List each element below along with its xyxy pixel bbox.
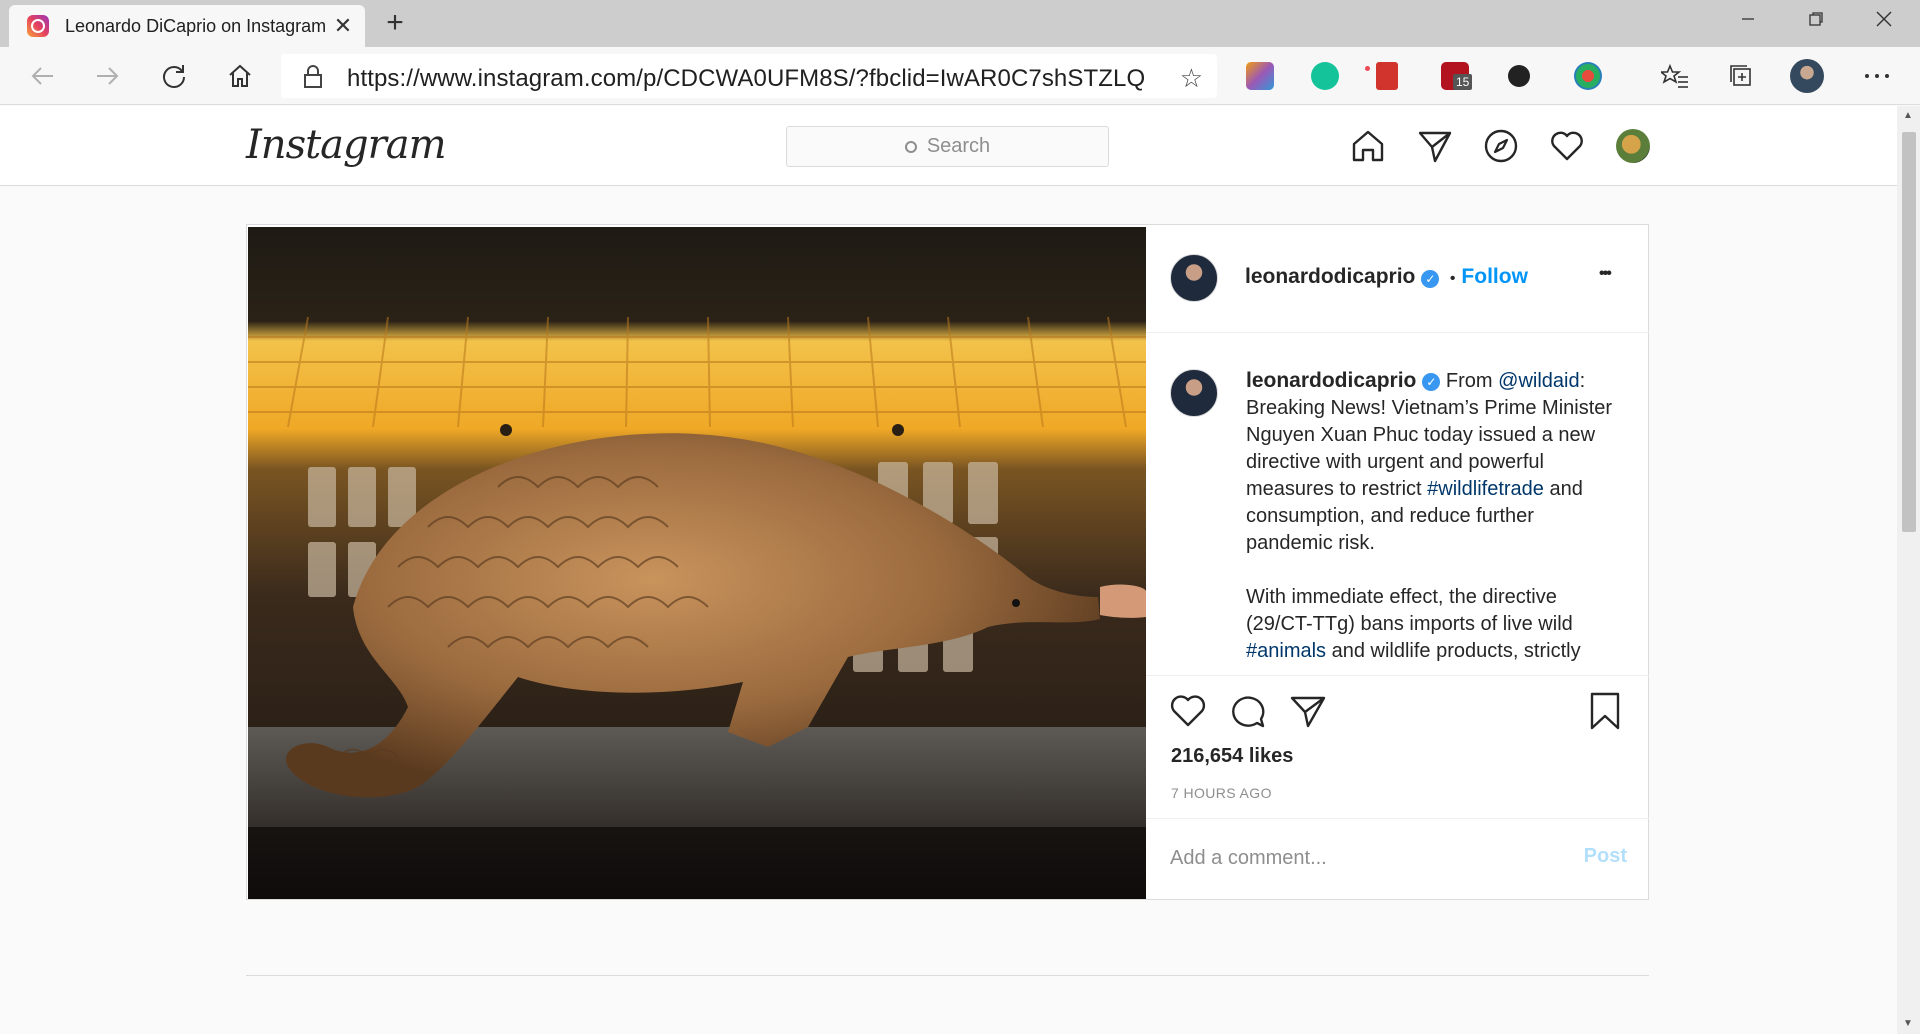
extension-icon-5[interactable] [1508, 65, 1530, 87]
caption-verified-badge-icon: ✓ [1422, 372, 1441, 391]
lock-icon[interactable] [303, 65, 323, 89]
ublock-extension-icon[interactable]: 15 [1441, 62, 1473, 90]
more-options-icon[interactable]: ••• [1599, 265, 1612, 283]
post-timestamp[interactable]: 7 HOURS AGO [1171, 785, 1272, 801]
caption-part: From [1445, 370, 1499, 392]
extension-icon-6[interactable] [1574, 62, 1602, 90]
grammarly-icon[interactable] [1311, 62, 1339, 90]
follow-separator: • [1449, 270, 1456, 287]
extension-icon-1[interactable] [1246, 62, 1274, 90]
likes-count[interactable]: 216,654 likes [1171, 745, 1293, 768]
search-icon [904, 140, 917, 153]
tab-title: Leonardo DiCaprio on Instagram [65, 15, 327, 36]
scroll-down-icon[interactable]: ▼ [1903, 1018, 1913, 1029]
section-divider [246, 975, 1649, 976]
instagram-favicon-icon [27, 15, 49, 37]
post-side-panel: leonardodicaprio ✓ • Follow ••• leonardodi… [1146, 225, 1649, 899]
refresh-icon[interactable] [153, 55, 195, 97]
favorites-list-icon[interactable] [1654, 55, 1696, 97]
tab-close-icon[interactable]: ✕ [331, 14, 355, 38]
url-text[interactable]: https://www.instagram.com/p/CDCWA0UFM8S/… [347, 65, 1147, 93]
favorite-star-icon[interactable]: ☆ [1180, 63, 1203, 94]
more-menu-icon[interactable] [1856, 55, 1898, 97]
nav-explore-icon[interactable] [1481, 126, 1521, 166]
bookmark-extension-icon[interactable] [1376, 62, 1398, 90]
instagram-header: Instagram Search [0, 106, 1897, 186]
post-photo[interactable] [248, 227, 1146, 899]
like-heart-icon[interactable] [1170, 694, 1206, 728]
nav-activity-heart-icon[interactable] [1547, 126, 1587, 166]
post-header: leonardodicaprio ✓ • Follow ••• [1146, 225, 1649, 333]
restore-icon[interactable] [1784, 0, 1848, 38]
hashtag-link[interactable]: #animals [1246, 640, 1326, 662]
search-placeholder: Search [926, 135, 991, 157]
comment-bubble-icon[interactable] [1230, 694, 1266, 728]
mention-link[interactable]: @wildaid [1498, 370, 1579, 392]
caption-username[interactable]: leonardodicaprio [1246, 369, 1416, 392]
nav-profile-avatar[interactable] [1613, 126, 1653, 166]
profile-avatar[interactable] [1786, 55, 1828, 97]
share-icon[interactable] [1290, 694, 1326, 728]
author-username[interactable]: leonardodicaprio [1245, 265, 1415, 288]
follow-button[interactable]: Follow [1461, 265, 1528, 288]
save-bookmark-icon[interactable] [1588, 692, 1622, 730]
scroll-up-icon[interactable]: ▲ [1903, 110, 1913, 121]
scroll-thumb[interactable] [1902, 132, 1916, 532]
comment-input[interactable] [1170, 843, 1570, 873]
caption-avatar[interactable] [1170, 369, 1218, 417]
address-bar[interactable]: https://www.instagram.com/p/CDCWA0UFM8S/… [281, 54, 1217, 98]
caption-part: and wildlife products, strictly [1326, 640, 1581, 662]
post-card: leonardodicaprio ✓ • Follow ••• leonardodi… [246, 224, 1649, 900]
browser-tab-bar: Leonardo DiCaprio on Instagram ✕ + [0, 0, 1920, 47]
new-tab-icon[interactable]: + [379, 6, 411, 40]
nav-home-icon[interactable] [1348, 126, 1388, 166]
caption-text: leonardodicaprio ✓ From @wildaid: Breakin… [1246, 367, 1626, 665]
nav-direct-icon[interactable] [1415, 126, 1455, 166]
close-window-icon[interactable] [1852, 0, 1916, 38]
page-scrollbar[interactable]: ▲ ▼ [1897, 106, 1920, 1034]
author-username-row: leonardodicaprio ✓ • Follow [1245, 265, 1528, 289]
instagram-logo[interactable]: Instagram [246, 122, 447, 168]
browser-toolbar: https://www.instagram.com/p/CDCWA0UFM8S/… [0, 47, 1920, 105]
pangolin-photo-image [248, 227, 1146, 899]
caption-area[interactable]: leonardodicaprio ✓ From @wildaid: Breakin… [1146, 333, 1649, 683]
author-avatar[interactable] [1170, 254, 1218, 302]
extension-badge: 15 [1453, 74, 1473, 90]
comment-box: Post [1146, 818, 1649, 899]
home-icon[interactable] [219, 55, 261, 97]
search-box[interactable]: Search [786, 126, 1109, 167]
minimize-icon[interactable] [1716, 0, 1780, 38]
forward-icon[interactable] [87, 55, 129, 97]
post-comment-button[interactable]: Post [1584, 845, 1627, 868]
browser-tab[interactable]: Leonardo DiCaprio on Instagram ✕ [9, 5, 365, 47]
hashtag-link[interactable]: #wildlifetrade [1427, 478, 1544, 500]
back-icon[interactable] [21, 55, 63, 97]
collections-icon[interactable] [1720, 55, 1762, 97]
caption-part: With immediate effect, the directive (29… [1246, 586, 1573, 635]
home-notification-dot [1365, 66, 1370, 71]
verified-badge-icon: ✓ [1421, 269, 1440, 288]
